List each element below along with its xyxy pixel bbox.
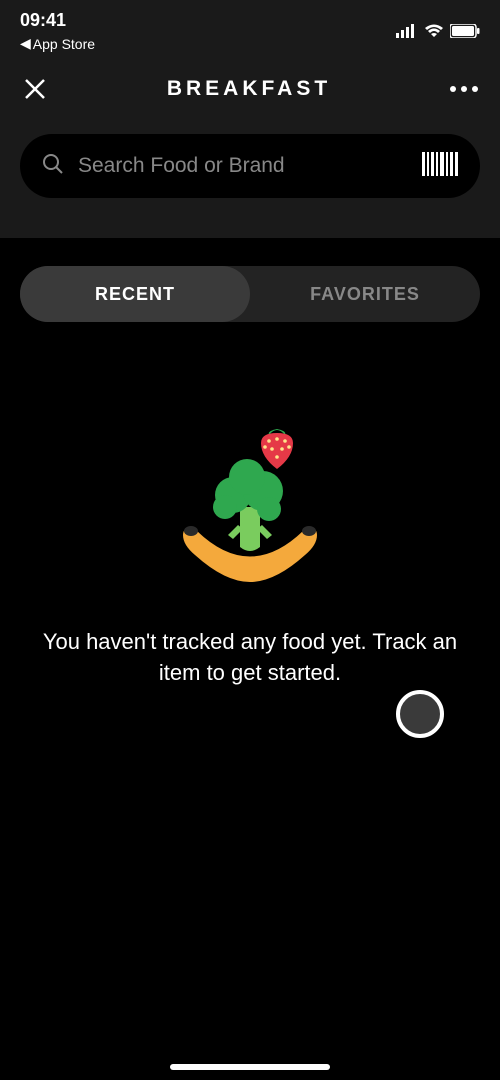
dot-icon	[461, 86, 467, 92]
dot-icon	[472, 86, 478, 92]
tabs: RECENT FAVORITES	[20, 266, 480, 322]
search-bar[interactable]	[20, 134, 480, 198]
barcode-icon	[422, 152, 458, 176]
status-icons	[396, 24, 480, 38]
back-caret-icon: ◀	[20, 35, 31, 52]
food-illustration	[165, 427, 335, 587]
signal-icon	[396, 24, 418, 38]
tabs-area: RECENT FAVORITES	[0, 238, 500, 332]
empty-state: You haven't tracked any food yet. Track …	[0, 332, 500, 689]
close-icon	[24, 78, 46, 100]
status-bar: 09:41 ◀ App Store	[0, 0, 500, 52]
battery-icon	[450, 24, 480, 38]
back-to-app[interactable]: ◀ App Store	[20, 35, 95, 52]
status-time: 09:41	[20, 10, 95, 31]
tab-recent[interactable]: RECENT	[20, 266, 250, 322]
search-input[interactable]	[78, 154, 408, 178]
header: BREAKFAST	[0, 52, 500, 120]
dot-icon	[450, 86, 456, 92]
back-app-label: App Store	[33, 36, 95, 52]
floating-action-button[interactable]	[396, 690, 444, 738]
search-icon	[42, 153, 64, 180]
more-button[interactable]	[450, 86, 478, 92]
wifi-icon	[424, 24, 444, 38]
empty-message: You haven't tracked any food yet. Track …	[30, 627, 470, 689]
page-title: BREAKFAST	[167, 77, 331, 101]
barcode-button[interactable]	[422, 152, 458, 181]
close-button[interactable]	[22, 76, 48, 102]
search-area	[0, 120, 500, 238]
tab-favorites[interactable]: FAVORITES	[250, 266, 480, 322]
home-indicator[interactable]	[170, 1064, 330, 1070]
